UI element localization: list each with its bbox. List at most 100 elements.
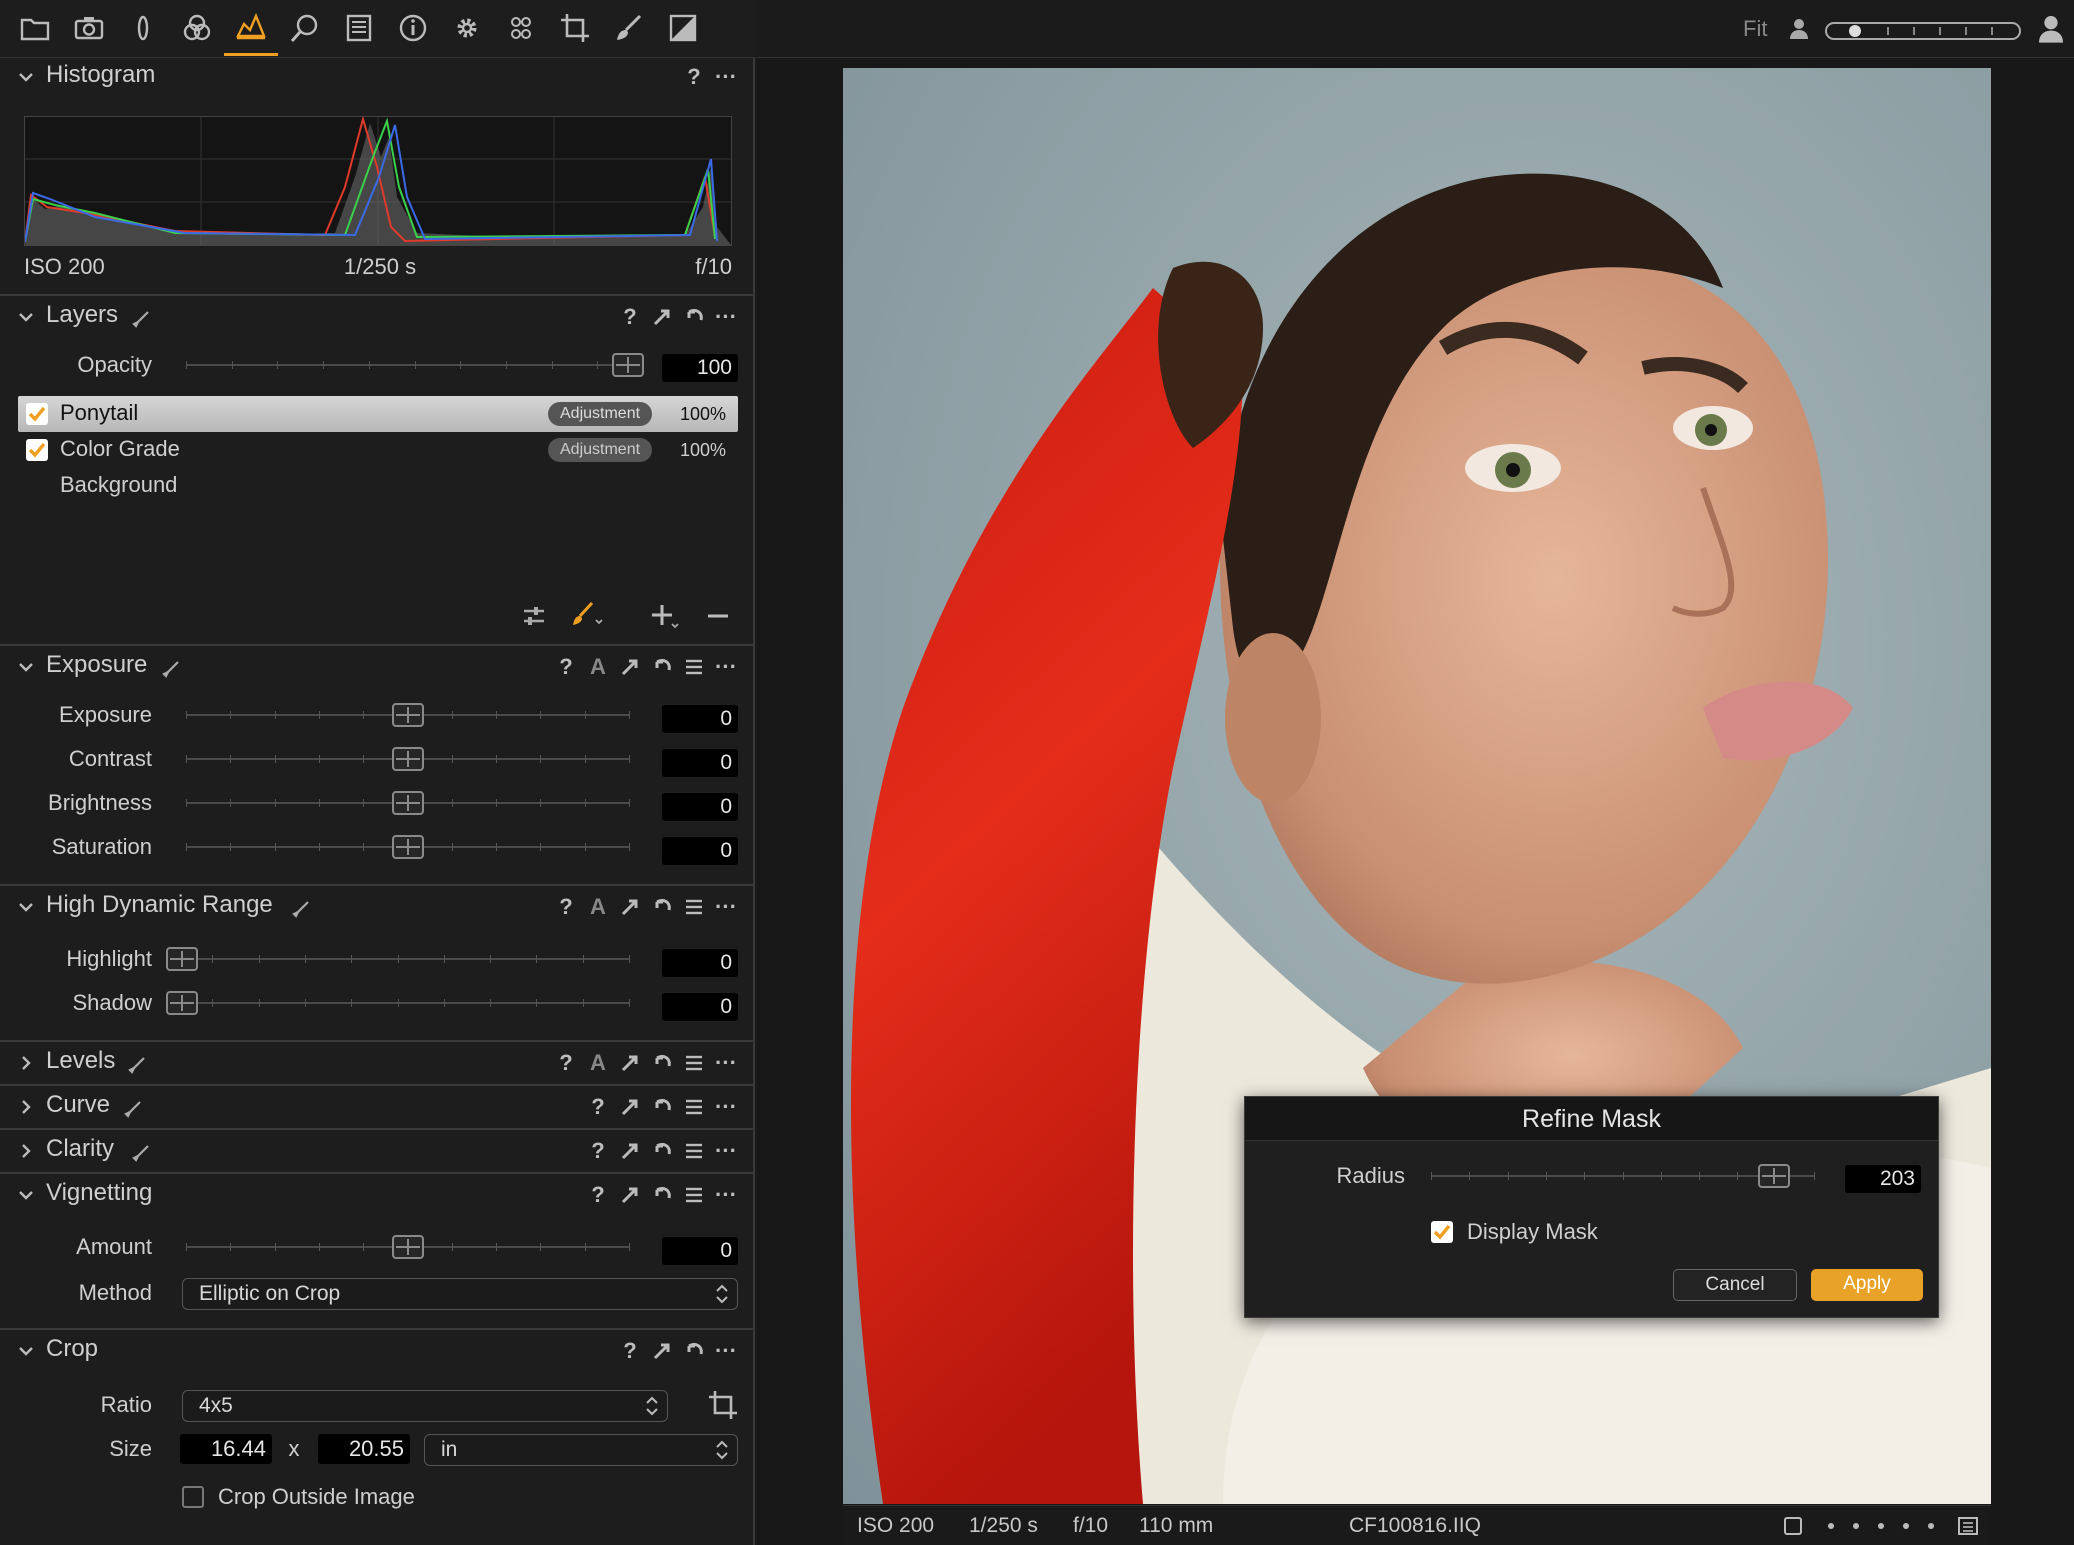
curve-header[interactable]: Curve ? ··· <box>0 1088 753 1126</box>
reset-icon[interactable] <box>651 895 673 919</box>
reset-icon[interactable] <box>651 1095 673 1119</box>
copy-apply-icon[interactable] <box>619 1095 641 1119</box>
contrast-slider[interactable] <box>186 744 630 774</box>
exposure-icon[interactable] <box>224 0 278 56</box>
pipette-icon[interactable] <box>132 310 150 328</box>
brightness-value[interactable]: 0 <box>662 793 738 821</box>
layers-header[interactable]: Layers ? ··· <box>0 298 753 336</box>
gear-icon[interactable] <box>440 0 494 56</box>
reset-icon[interactable] <box>651 655 673 679</box>
rating-dots-icon[interactable] <box>1823 1518 1943 1534</box>
info-icon[interactable] <box>386 0 440 56</box>
pipette-icon[interactable] <box>292 900 310 918</box>
opacity-value[interactable]: 100 <box>662 354 738 382</box>
display-mask-checkbox[interactable] <box>1431 1221 1453 1243</box>
chevron-down-icon[interactable] <box>16 897 36 917</box>
copy-apply-icon[interactable] <box>651 1339 673 1363</box>
reset-icon[interactable] <box>683 1339 705 1363</box>
more-icon[interactable]: ··· <box>715 1182 737 1207</box>
slider-knob[interactable] <box>166 947 198 971</box>
reset-icon[interactable] <box>651 1139 673 1163</box>
crop-icon[interactable] <box>548 0 602 56</box>
more-icon[interactable]: ··· <box>715 64 737 89</box>
exposure-slider[interactable] <box>186 700 630 730</box>
chevron-down-icon[interactable] <box>16 1185 36 1205</box>
method-select[interactable]: Elliptic on Crop <box>182 1278 738 1310</box>
levels-header[interactable]: Levels ? A ··· <box>0 1044 753 1082</box>
help-icon[interactable]: ? <box>619 304 641 329</box>
more-icon[interactable]: ··· <box>715 304 737 329</box>
details-icon[interactable] <box>278 0 332 56</box>
clarity-header[interactable]: Clarity ? ··· <box>0 1132 753 1170</box>
shadow-slider[interactable] <box>166 988 630 1018</box>
help-icon[interactable]: ? <box>555 894 577 919</box>
copy-apply-icon[interactable] <box>619 1183 641 1207</box>
chevron-down-icon[interactable] <box>16 67 36 87</box>
copy-apply-icon[interactable] <box>619 1139 641 1163</box>
slider-knob[interactable] <box>392 1235 424 1259</box>
radius-slider[interactable] <box>1431 1161 1815 1191</box>
highlight-slider[interactable] <box>166 944 630 974</box>
help-icon[interactable]: ? <box>555 1050 577 1075</box>
brush-dropdown-icon[interactable] <box>570 600 604 630</box>
reset-icon[interactable] <box>651 1051 673 1075</box>
add-layer-icon[interactable] <box>650 602 680 630</box>
layer-row-ponytail[interactable]: Ponytail Adjustment 100% <box>18 396 738 432</box>
radius-value[interactable]: 203 <box>1845 1165 1921 1193</box>
pipette-icon[interactable] <box>128 1056 146 1074</box>
zoom-slider-knob[interactable] <box>1849 25 1861 37</box>
copy-apply-icon[interactable] <box>619 895 641 919</box>
more-icon[interactable]: ··· <box>715 1138 737 1163</box>
zoom-slider[interactable] <box>1825 22 2021 40</box>
copy-apply-icon[interactable] <box>619 655 641 679</box>
lens-icon[interactable] <box>116 0 170 56</box>
help-icon[interactable]: ? <box>683 64 705 89</box>
slider-knob[interactable] <box>1758 1164 1790 1188</box>
amount-value[interactable]: 0 <box>662 1237 738 1265</box>
layer-row-color-grade[interactable]: Color Grade Adjustment 100% <box>18 432 738 468</box>
chevron-right-icon[interactable] <box>16 1053 36 1073</box>
more-icon[interactable]: ··· <box>715 654 737 679</box>
adjust-icon[interactable] <box>520 602 548 630</box>
layer-checkbox[interactable] <box>26 439 48 461</box>
cancel-button[interactable]: Cancel <box>1673 1269 1797 1301</box>
presets-icon[interactable] <box>683 1051 705 1075</box>
help-icon[interactable]: ? <box>619 1338 641 1363</box>
square-icon[interactable] <box>1783 1516 1803 1536</box>
chevron-down-icon[interactable] <box>16 1341 36 1361</box>
crop-outside-checkbox[interactable] <box>182 1486 204 1508</box>
remove-layer-icon[interactable] <box>706 602 730 630</box>
help-icon[interactable]: ? <box>587 1094 609 1119</box>
slider-knob[interactable] <box>166 991 198 1015</box>
exposure-header[interactable]: Exposure ? A ··· <box>0 648 753 686</box>
chevron-down-icon[interactable] <box>16 657 36 677</box>
saturation-slider[interactable] <box>186 832 630 862</box>
presets-icon[interactable] <box>683 895 705 919</box>
presets-icon[interactable] <box>683 655 705 679</box>
brightness-slider[interactable] <box>186 788 630 818</box>
chevron-right-icon[interactable] <box>16 1141 36 1161</box>
contrast-value[interactable]: 0 <box>662 749 738 777</box>
auto-icon[interactable]: A <box>587 1050 609 1075</box>
slider-knob[interactable] <box>392 835 424 859</box>
crop-width-field[interactable]: 16.44 <box>180 1434 272 1464</box>
zoom-fit-label[interactable]: Fit <box>1743 16 1767 42</box>
pipette-icon[interactable] <box>124 1100 142 1118</box>
chevron-right-icon[interactable] <box>16 1097 36 1117</box>
slider-knob[interactable] <box>392 791 424 815</box>
styles-icon[interactable] <box>494 0 548 56</box>
help-icon[interactable]: ? <box>587 1138 609 1163</box>
mask-icon[interactable] <box>656 0 710 56</box>
help-icon[interactable]: ? <box>587 1182 609 1207</box>
brush-icon[interactable] <box>602 0 656 56</box>
presets-icon[interactable] <box>683 1095 705 1119</box>
layer-checkbox[interactable] <box>26 403 48 425</box>
slider-knob[interactable] <box>392 703 424 727</box>
hdr-header[interactable]: High Dynamic Range ? A ··· <box>0 888 753 926</box>
vignetting-header[interactable]: Vignetting ? ··· <box>0 1176 753 1214</box>
saturation-value[interactable]: 0 <box>662 837 738 865</box>
reset-icon[interactable] <box>651 1183 673 1207</box>
slider-knob[interactable] <box>612 353 644 377</box>
folder-icon[interactable] <box>8 0 62 56</box>
more-icon[interactable]: ··· <box>715 1050 737 1075</box>
